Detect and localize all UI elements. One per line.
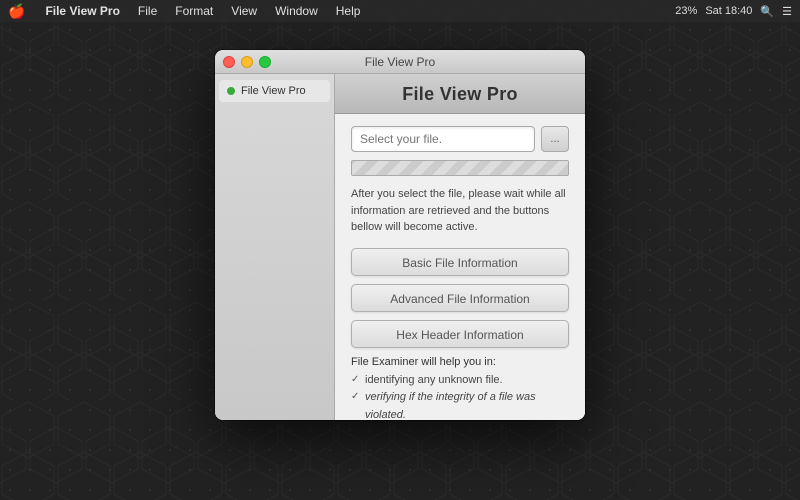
hex-header-info-button[interactable]: Hex Header Information: [351, 320, 569, 348]
sidebar: File View Pro: [215, 74, 335, 420]
battery-status: 23%: [675, 5, 697, 17]
file-input[interactable]: [351, 126, 535, 152]
main-window: File View Pro File View Pro File View Pr…: [215, 50, 585, 420]
browse-button[interactable]: ...: [541, 126, 569, 152]
app-title: File View Pro: [351, 84, 569, 105]
help-item-2-text: verifying if the integrity of a file was…: [365, 391, 536, 420]
close-button[interactable]: [223, 56, 235, 68]
menubar-right: 23% Sat 18:40 🔍 ☰: [675, 5, 792, 18]
app-header: File View Pro: [335, 74, 585, 114]
help-list: identifying any unknown file. verifying …: [351, 372, 569, 421]
sidebar-dot-icon: [227, 87, 235, 95]
maximize-button[interactable]: [259, 56, 271, 68]
advanced-file-info-button[interactable]: Advanced File Information: [351, 284, 569, 312]
menubar-help[interactable]: Help: [328, 0, 369, 22]
menubar-format[interactable]: Format: [167, 0, 221, 22]
main-content: File View Pro ... After you select the f…: [335, 74, 585, 420]
menubar-app-name[interactable]: File View Pro: [37, 0, 127, 22]
apple-menu[interactable]: 🍎: [8, 3, 25, 20]
search-icon[interactable]: 🔍: [760, 5, 774, 18]
window-body: File View Pro File View Pro ... After yo…: [215, 74, 585, 420]
minimize-button[interactable]: [241, 56, 253, 68]
menubar-items: File View Pro File Format View Window He…: [37, 0, 675, 22]
clock: Sat 18:40: [705, 5, 752, 17]
menu-icon[interactable]: ☰: [782, 5, 792, 18]
menubar-window[interactable]: Window: [267, 0, 326, 22]
help-title: File Examiner will help you in:: [351, 356, 569, 368]
file-input-row: ...: [351, 126, 569, 152]
window-title: File View Pro: [365, 55, 435, 69]
window-titlebar: File View Pro: [215, 50, 585, 74]
menubar: 🍎 File View Pro File Format View Window …: [0, 0, 800, 22]
help-item-1: identifying any unknown file.: [351, 372, 569, 390]
sidebar-item-fileviewpro[interactable]: File View Pro: [219, 80, 330, 102]
sidebar-item-label: File View Pro: [241, 85, 306, 97]
help-item-2: verifying if the integrity of a file was…: [351, 389, 569, 420]
menubar-file[interactable]: File: [130, 0, 165, 22]
help-section: File Examiner will help you in: identify…: [351, 356, 569, 421]
description-text: After you select the file, please wait w…: [351, 186, 569, 236]
basic-file-info-button[interactable]: Basic File Information: [351, 248, 569, 276]
progress-stripe-bar: [351, 160, 569, 176]
menubar-view[interactable]: View: [223, 0, 265, 22]
content-area[interactable]: ... After you select the file, please wa…: [335, 114, 585, 420]
window-controls: [223, 56, 271, 68]
